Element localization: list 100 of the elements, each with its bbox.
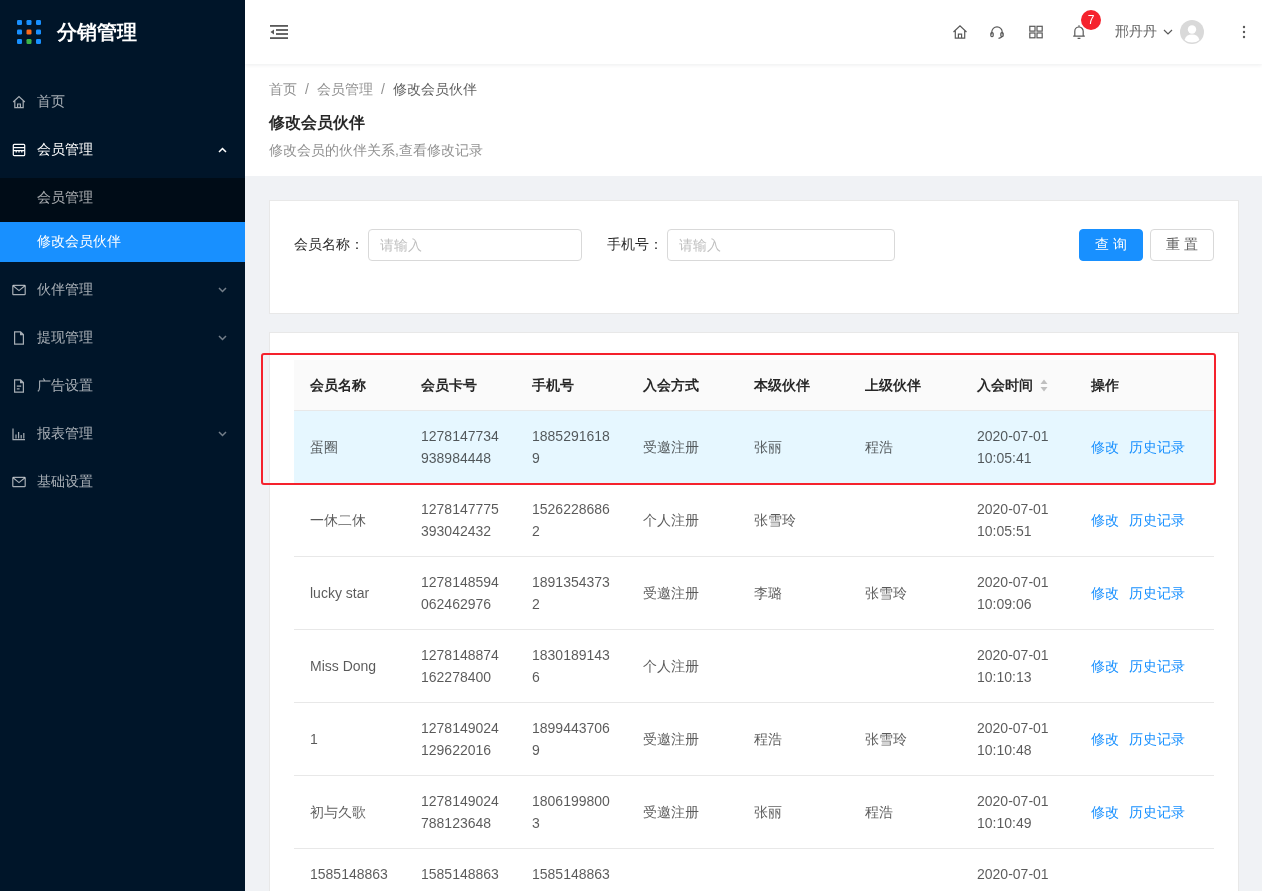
table-cell-text: 1585148863 <box>309 865 389 884</box>
field-label: 会员名称： <box>294 236 364 254</box>
drawer-icon <box>12 143 26 157</box>
mail-icon <box>12 283 26 297</box>
table-cell-text: 受邀注册 <box>642 584 700 603</box>
column-header: 操作 <box>1091 376 1119 395</box>
sidebar-item[interactable]: 基础设置 <box>0 458 245 506</box>
edit-link[interactable]: 修改 <box>1091 728 1119 750</box>
breadcrumb-separator: / <box>380 80 385 99</box>
table-cell-text: 张雪玲 <box>753 511 797 530</box>
table-cell-text: 18061998003 <box>531 792 611 833</box>
history-link[interactable]: 历史记录 <box>1129 582 1185 604</box>
table-cell-text: 1585148863 <box>531 865 611 884</box>
table-cell-text: 1585148863 <box>420 865 500 884</box>
home-icon[interactable] <box>952 24 968 40</box>
sidebar-item[interactable]: 首页 <box>0 78 245 126</box>
table-cell-text: 2020-07-01 10:05:51 <box>976 500 1050 541</box>
column-header: 本级伙伴 <box>754 376 810 395</box>
breadcrumb-separator: / <box>305 80 309 99</box>
edit-link[interactable]: 修改 <box>1091 509 1119 531</box>
text-input[interactable]: 请输入 <box>368 229 582 261</box>
history-link[interactable]: 历史记录 <box>1129 509 1185 531</box>
table-cell-text: 程浩 <box>864 803 894 822</box>
table-cell-text: 李璐 <box>753 584 783 603</box>
table-cell-text: 1278147734938984448 <box>420 427 500 468</box>
table-cell-text: 1278149024129622016 <box>420 719 500 760</box>
column-header: 会员名称 <box>310 376 366 395</box>
table-cell-text: 2020-07-01 10:10:13 <box>976 646 1050 687</box>
table-cell-text: 个人注册 <box>642 511 700 530</box>
sidebar-item[interactable]: 伙伴管理 <box>0 266 245 314</box>
column-header: 入会方式 <box>643 376 699 395</box>
table-cell-text: 2020-07-01 10:09:06 <box>976 573 1050 614</box>
column-header: 上级伙伴 <box>865 376 921 395</box>
table-cell-text: 受邀注册 <box>642 803 700 822</box>
table-cell-text: 2020-07-01 10:05:41 <box>976 427 1050 468</box>
table-cell-text: 1278149024788123648 <box>420 792 500 833</box>
mail-icon <box>12 475 26 489</box>
app-title: 分销管理 <box>57 20 137 45</box>
sidebar-item[interactable]: 提现管理 <box>0 314 245 362</box>
sidebar-subitem[interactable]: 修改会员伙伴 <box>0 222 245 262</box>
table-cell-text: 18301891436 <box>531 646 611 687</box>
edit-link[interactable]: 修改 <box>1091 582 1119 604</box>
page-title: 修改会员伙伴 <box>269 113 366 133</box>
home-icon <box>12 95 26 109</box>
table-cell-text: 2020-07-01 10:10:49 <box>976 792 1050 833</box>
sidebar-subitem[interactable]: 会员管理 <box>0 178 245 218</box>
table-cell-text: lucky star <box>309 584 371 603</box>
app-grid-icon[interactable] <box>1028 24 1044 40</box>
page-description: 修改会员的伙伴关系,查看修改记录 <box>269 141 484 160</box>
breadcrumb-link[interactable]: 会员管理 <box>316 78 373 100</box>
file-icon <box>12 331 26 345</box>
sidebar-item[interactable]: 报表管理 <box>0 410 245 458</box>
table-cell-text: 受邀注册 <box>642 730 700 749</box>
table-cell-text: 1 <box>309 730 319 749</box>
table-cell-text: 张丽 <box>753 438 783 457</box>
table-cell-text: 1278148594062462976 <box>420 573 500 614</box>
table-cell-text: 2020-07-01 <box>976 865 1050 884</box>
table-cell-text: 18994437069 <box>531 719 611 760</box>
column-header: 手机号 <box>532 376 574 395</box>
sidebar-item[interactable]: 会员管理 <box>0 126 245 174</box>
bell-icon[interactable] <box>1071 24 1087 40</box>
reset-button[interactable]: 重 置 <box>1150 229 1214 261</box>
table-cell-text: 2020-07-01 10:10:48 <box>976 719 1050 760</box>
table-cell-text: 个人注册 <box>642 657 700 676</box>
file-text-icon <box>12 379 26 393</box>
search-button[interactable]: 查 询 <box>1079 229 1144 261</box>
breadcrumb-link[interactable]: 首页 <box>269 78 297 100</box>
table-cell-text: 1278147775393042432 <box>420 500 500 541</box>
more-icon[interactable] <box>1242 25 1246 39</box>
edit-link[interactable]: 修改 <box>1091 655 1119 677</box>
history-link[interactable]: 历史记录 <box>1129 436 1185 458</box>
table-cell-text: 18913543732 <box>531 573 611 614</box>
table-cell-text: 18852916189 <box>531 427 611 468</box>
table-cell-text: 程浩 <box>864 438 894 457</box>
table-cell-text: 一休二休 <box>309 511 367 530</box>
headset-icon[interactable] <box>989 24 1005 40</box>
edit-link[interactable]: 修改 <box>1091 801 1119 823</box>
column-header: 入会时间 <box>977 376 1033 395</box>
menu-fold-icon[interactable] <box>270 25 288 39</box>
table-cell-text: 15262286862 <box>531 500 611 541</box>
table-cell-text: 张雪玲 <box>864 730 908 749</box>
table-cell-text: 程浩 <box>753 730 783 749</box>
history-link[interactable]: 历史记录 <box>1129 801 1185 823</box>
table-cell-text: 张丽 <box>753 803 783 822</box>
table-cell-text: 蛋圈 <box>309 438 339 457</box>
breadcrumb-current: 修改会员伙伴 <box>392 80 477 99</box>
column-header: 会员卡号 <box>421 376 477 395</box>
table-cell-text: Miss Dong <box>309 657 378 676</box>
table-cell-text: 受邀注册 <box>642 438 700 457</box>
text-input[interactable]: 请输入 <box>667 229 895 261</box>
table-cell-text: 张雪玲 <box>864 584 908 603</box>
table-cell-text: 1278148874162278400 <box>420 646 500 687</box>
history-link[interactable]: 历史记录 <box>1129 728 1185 750</box>
sidebar-item[interactable]: 广告设置 <box>0 362 245 410</box>
edit-link[interactable]: 修改 <box>1091 436 1119 458</box>
user-name[interactable]: 邢丹丹 <box>1115 23 1157 41</box>
chevron-down-icon[interactable] <box>1163 29 1173 35</box>
dot-grid-icon <box>17 20 41 44</box>
bar-chart-icon <box>12 427 26 441</box>
history-link[interactable]: 历史记录 <box>1129 655 1185 677</box>
